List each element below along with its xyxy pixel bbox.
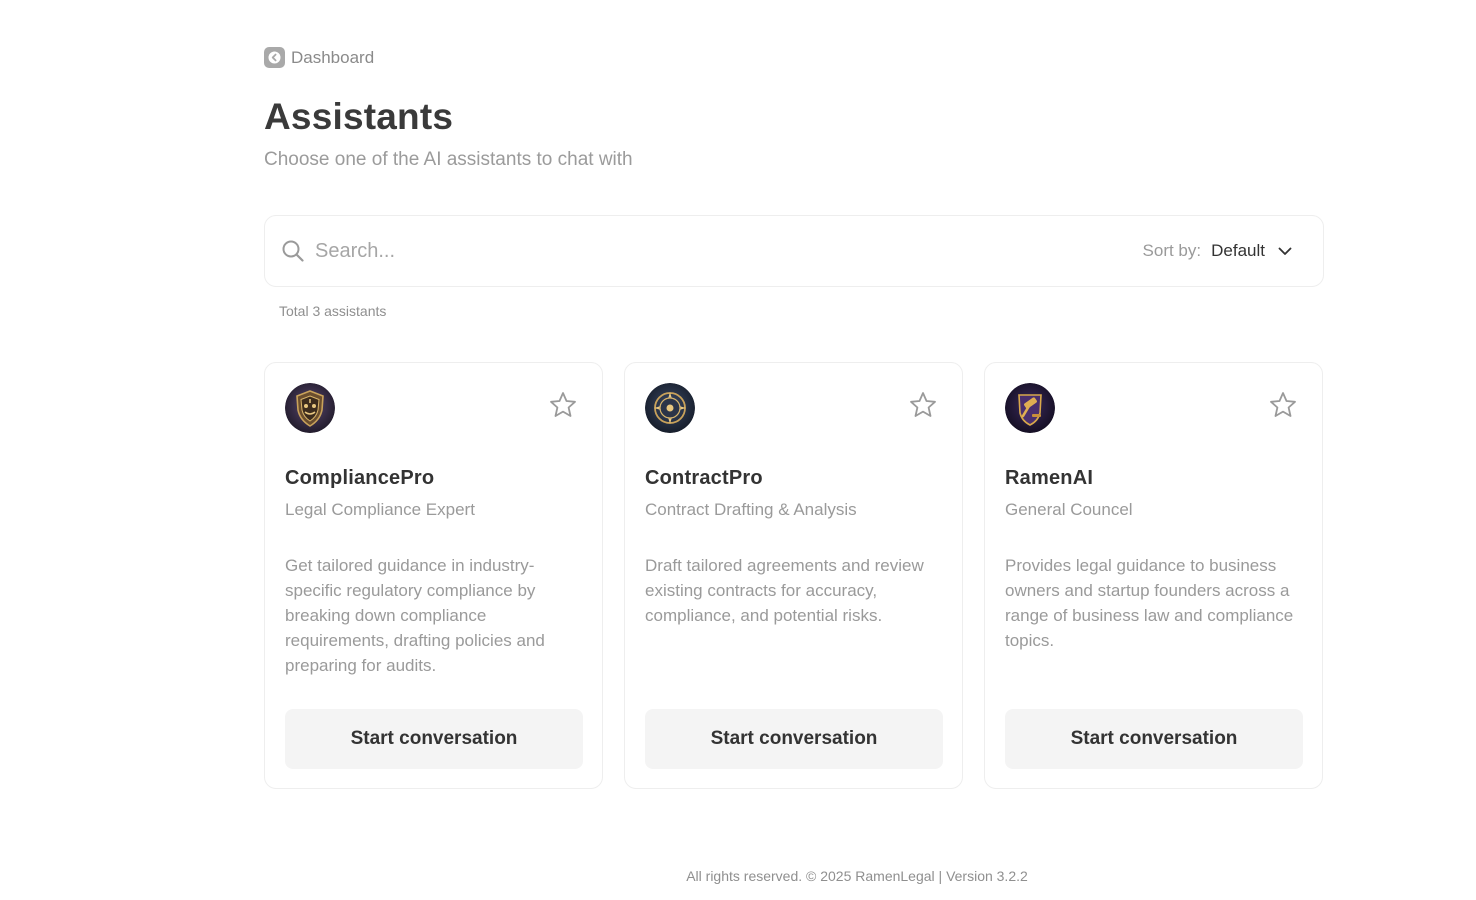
compass-emblem-icon: [645, 383, 695, 433]
assistant-name: CompliancePro: [285, 467, 435, 489]
sort-label: Sort by:: [1142, 241, 1202, 260]
assistant-description: Provides legal guidance to business owne…: [1005, 556, 1294, 650]
assistant-description: Draft tailored agreements and review exi…: [645, 556, 924, 625]
assistant-role: Legal Compliance Expert: [285, 500, 475, 519]
sort-value: Default: [1211, 241, 1265, 260]
start-conversation-button[interactable]: Start conversation: [645, 709, 943, 769]
start-conversation-button[interactable]: Start conversation: [1005, 709, 1303, 769]
assistant-role: Contract Drafting & Analysis: [645, 500, 857, 519]
arrow-left-circle-icon: [264, 47, 285, 68]
assistant-card: ContractPro Contract Drafting & Analysis…: [624, 362, 963, 789]
start-conversation-button[interactable]: Start conversation: [285, 709, 583, 769]
favorite-star-icon[interactable]: [1268, 390, 1298, 420]
back-to-dashboard-link[interactable]: Dashboard: [264, 47, 374, 68]
favorite-star-icon[interactable]: [908, 390, 938, 420]
page-title: Assistants: [264, 96, 454, 137]
footer-copyright: All rights reserved. © 2025 RamenLegal |…: [686, 868, 1028, 884]
assistant-description: Get tailored guidance in industry-specif…: [285, 556, 545, 675]
back-link-label: Dashboard: [291, 47, 375, 67]
chevron-down-icon: [1277, 243, 1293, 259]
assistants-page: Dashboard Assistants Choose one of the A…: [0, 0, 1476, 900]
assistant-name: ContractPro: [645, 467, 763, 489]
search-input[interactable]: [315, 239, 1143, 263]
page-subtitle: Choose one of the AI assistants to chat …: [264, 149, 633, 170]
assistant-card: CompliancePro Legal Compliance Expert Ge…: [264, 362, 603, 789]
favorite-star-icon[interactable]: [548, 390, 578, 420]
assistant-card-list: CompliancePro Legal Compliance Expert Ge…: [264, 362, 1323, 789]
assistant-role: General Councel: [1005, 500, 1133, 519]
shield-emblem-icon: [285, 383, 335, 433]
search-bar: Sort by: Default: [264, 215, 1324, 287]
total-assistants-count: Total 3 assistants: [279, 303, 387, 319]
sort-dropdown[interactable]: Sort by: Default: [1143, 241, 1293, 261]
search-icon: [281, 239, 305, 263]
assistant-name: RamenAI: [1005, 467, 1094, 489]
gavel-emblem-icon: [1005, 383, 1055, 433]
assistant-card: RamenAI General Councel Provides legal g…: [984, 362, 1323, 789]
